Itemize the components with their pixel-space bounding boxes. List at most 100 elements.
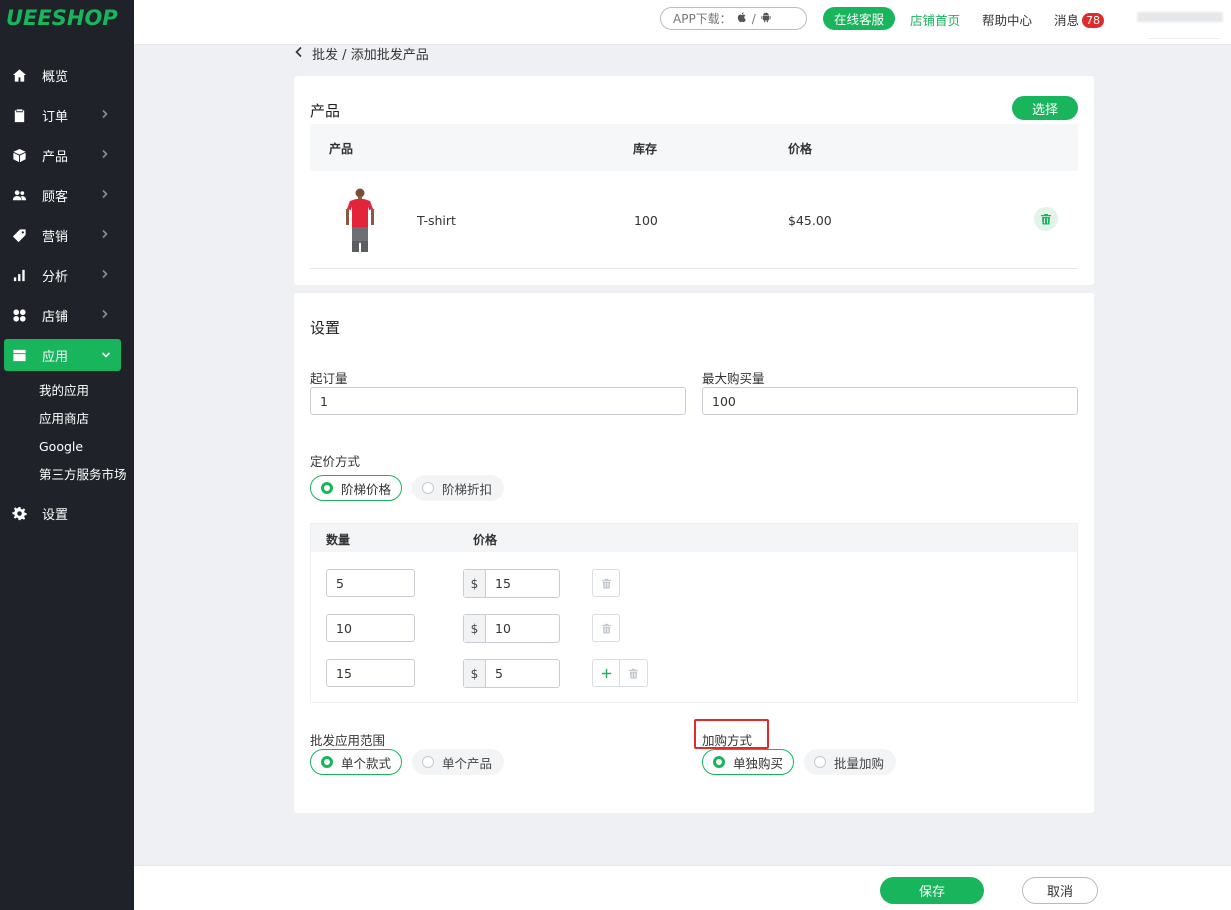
- annotation-highlight-box: [694, 719, 769, 749]
- chevron-right-icon: [100, 108, 112, 120]
- chevron-right-icon: [100, 228, 112, 240]
- sidebar: UEESHOP 概览 订单 产品 顾客 营销 分析 店铺 应用 我的应用 应用商…: [0, 0, 134, 910]
- radio-bulk-add[interactable]: 批量加购: [804, 749, 896, 775]
- tag-icon: [11, 227, 27, 243]
- product-card: 产品 选择 产品 库存 价格 T-shirt 100 $45.00: [294, 76, 1094, 285]
- divider: [1147, 38, 1221, 39]
- sidebar-item-settings[interactable]: 设置: [0, 493, 134, 533]
- product-card-title: 产品: [310, 102, 341, 120]
- sidebar-subitem-my-apps[interactable]: 我的应用: [0, 377, 134, 405]
- max-order-label: 最大购买量: [702, 371, 765, 386]
- currency-symbol: $: [464, 570, 486, 597]
- radio-dot: [422, 756, 434, 768]
- tier-pricing-table: 数量 价格 5 $ 15 10 $ 10 15 $ 5: [310, 523, 1078, 703]
- sidebar-nav: 概览 订单 产品 顾客 营销 分析 店铺 应用 我的应用 应用商店 Google…: [0, 55, 134, 533]
- add-tier-button[interactable]: [592, 659, 620, 687]
- radio-single-variant[interactable]: 单个款式: [310, 749, 402, 775]
- store-home-link[interactable]: 店铺首页: [910, 10, 960, 29]
- sidebar-item-marketing[interactable]: 营销: [0, 215, 134, 255]
- max-order-input[interactable]: 100: [702, 387, 1078, 415]
- radio-tier-price[interactable]: 阶梯价格: [310, 475, 402, 501]
- topbar: APP下载： / 在线客服 店铺首页 帮助中心 消息 78: [134, 0, 1231, 45]
- user-account[interactable]: [1137, 12, 1223, 22]
- column-header-price: 价格: [788, 142, 813, 156]
- select-product-button[interactable]: 选择: [1012, 96, 1078, 120]
- product-price: $45.00: [788, 213, 832, 228]
- help-center-link[interactable]: 帮助中心: [982, 10, 1032, 29]
- tier-price-input[interactable]: $ 15: [463, 569, 560, 598]
- tier-qty-input[interactable]: 10: [326, 614, 415, 642]
- radio-dot: [321, 756, 333, 768]
- min-order-input[interactable]: 1: [310, 387, 686, 415]
- min-order-value: 1: [320, 393, 328, 409]
- sidebar-item-overview[interactable]: 概览: [0, 55, 134, 95]
- sidebar-item-label: 分析: [42, 269, 69, 285]
- box-icon: [11, 147, 27, 163]
- users-icon: [11, 187, 27, 203]
- chevron-right-icon: [100, 308, 112, 320]
- tier-qty-value: 15: [336, 665, 352, 681]
- radio-dot: [814, 756, 826, 768]
- sidebar-item-label: 营销: [42, 229, 69, 245]
- sidebar-item-apps[interactable]: 应用: [4, 339, 121, 371]
- android-icon[interactable]: [760, 11, 772, 26]
- sidebar-item-label: 店铺: [42, 309, 69, 325]
- radio-dot: [713, 756, 725, 768]
- messages-link[interactable]: 消息 78: [1054, 10, 1105, 29]
- sidebar-subitem-google[interactable]: Google: [0, 433, 134, 461]
- pricing-method-label: 定价方式: [310, 454, 361, 469]
- chevron-right-icon: [100, 188, 112, 200]
- plus-icon: [601, 668, 611, 678]
- apps-submenu: 我的应用 应用商店 Google 第三方服务市场: [0, 375, 134, 493]
- save-button[interactable]: 保存: [880, 877, 984, 904]
- sidebar-item-label: 顾客: [42, 189, 69, 205]
- clipboard-icon: [11, 107, 27, 123]
- column-header-qty: 数量: [326, 533, 351, 547]
- min-order-label: 起订量: [310, 371, 348, 386]
- currency-symbol: $: [464, 615, 486, 642]
- app-download[interactable]: APP下载： /: [660, 7, 807, 30]
- tier-price-value: 10: [495, 621, 511, 636]
- back-chevron-icon[interactable]: [294, 46, 304, 62]
- app-download-label: APP下载：: [673, 12, 732, 26]
- tier-price-input[interactable]: $ 10: [463, 614, 560, 643]
- wholesale-scope-label: 批发应用范围: [310, 733, 386, 748]
- breadcrumb-parent[interactable]: 批发: [312, 48, 338, 63]
- sidebar-subitem-app-store[interactable]: 应用商店: [0, 405, 134, 433]
- radio-label: 单个产品: [442, 755, 493, 771]
- radio-single-purchase[interactable]: 单独购买: [702, 749, 794, 775]
- sidebar-subitem-third-party[interactable]: 第三方服务市场: [0, 461, 134, 489]
- apple-icon[interactable]: [736, 11, 748, 26]
- cancel-button[interactable]: 取消: [1022, 877, 1098, 904]
- breadcrumb-current: 添加批发产品: [350, 48, 429, 63]
- sidebar-item-label: 应用: [42, 349, 69, 365]
- column-header-stock: 库存: [633, 142, 658, 156]
- product-stock: 100: [634, 213, 658, 228]
- tier-price-input[interactable]: $ 5: [463, 659, 560, 688]
- delete-tier-button[interactable]: [592, 569, 620, 597]
- tier-qty-input[interactable]: 5: [326, 569, 415, 597]
- sidebar-item-analytics[interactable]: 分析: [0, 255, 134, 295]
- radio-dot: [321, 482, 333, 494]
- sidebar-item-products[interactable]: 产品: [0, 135, 134, 175]
- online-service-button[interactable]: 在线客服: [823, 7, 895, 30]
- delete-product-button[interactable]: [1034, 207, 1058, 231]
- product-name[interactable]: T-shirt: [417, 213, 456, 228]
- trash-icon: [601, 578, 611, 589]
- max-order-value: 100: [712, 393, 736, 409]
- sidebar-item-label: 概览: [42, 69, 69, 85]
- column-header-price: 价格: [473, 533, 498, 547]
- sidebar-item-customers[interactable]: 顾客: [0, 175, 134, 215]
- tier-qty-input[interactable]: 15: [326, 659, 415, 687]
- tier-qty-value: 10: [336, 620, 352, 636]
- logo[interactable]: UEESHOP: [0, 0, 134, 40]
- radio-single-product[interactable]: 单个产品: [412, 749, 504, 775]
- product-table-header: 产品 库存 价格: [310, 124, 1078, 171]
- tier-table-header: 数量 价格: [311, 524, 1077, 552]
- delete-tier-button[interactable]: [620, 659, 648, 687]
- delete-tier-button[interactable]: [592, 614, 620, 642]
- app-download-sep: /: [751, 11, 756, 26]
- radio-tier-discount[interactable]: 阶梯折扣: [412, 475, 504, 501]
- sidebar-item-store[interactable]: 店铺: [0, 295, 134, 335]
- sidebar-item-orders[interactable]: 订单: [0, 95, 134, 135]
